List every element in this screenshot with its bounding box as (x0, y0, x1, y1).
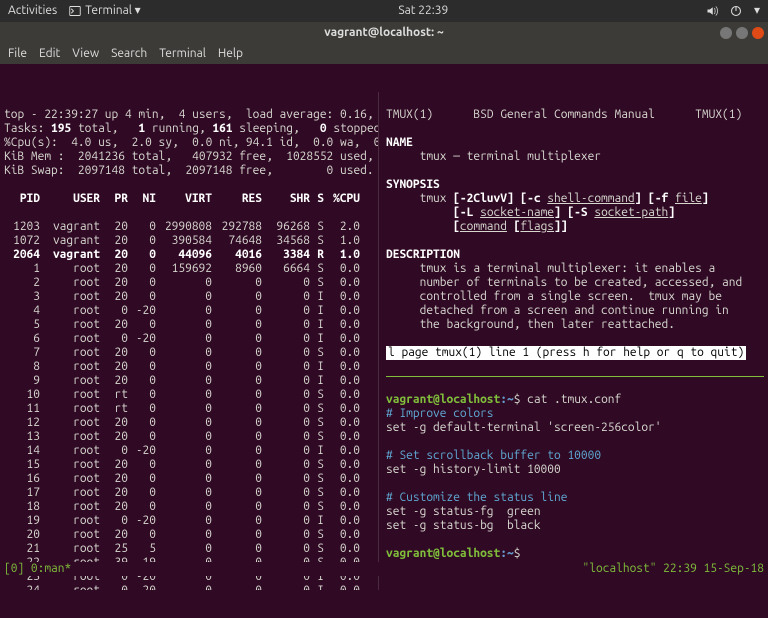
power-icon[interactable] (730, 5, 742, 17)
maximize-button[interactable] (736, 27, 748, 39)
menu-search[interactable]: Search (111, 47, 147, 61)
process-row: 11rootrt0000S0.0 (4, 402, 378, 416)
menu-file[interactable]: File (8, 47, 27, 61)
process-row: 1root20015969289606664S0.0 (4, 262, 378, 276)
app-menu[interactable]: Terminal ▾ (69, 4, 140, 18)
process-row: 24root0-20000I0.0 (4, 584, 378, 590)
activities-button[interactable]: Activities (8, 4, 57, 18)
process-row: 2root200000S0.0 (4, 276, 378, 290)
process-row: 14root0-20000I0.0 (4, 444, 378, 458)
process-row: 8root200000I0.0 (4, 360, 378, 374)
window-title: vagrant@localhost: ~ (324, 26, 443, 40)
terminal-icon (69, 5, 81, 17)
menu-view[interactable]: View (72, 47, 99, 61)
man-status-line: l page tmux(1) line 1 (press h for help … (386, 346, 746, 360)
process-row: 1203vagrant200299080829278896268S2.0 (4, 220, 378, 234)
close-button[interactable] (752, 27, 764, 39)
process-list: 1203vagrant200299080829278896268S2.01072… (4, 220, 378, 590)
tmux-pane-top[interactable]: top - 22:39:27 up 4 min, 4 users, load a… (0, 92, 378, 590)
process-row: 1072vagrant2003905847464834568S1.0 (4, 234, 378, 248)
process-row: 20root200000S0.0 (4, 528, 378, 542)
process-row: 18root200000S0.0 (4, 500, 378, 514)
process-row: 5root200000I0.0 (4, 318, 378, 332)
chevron-down-icon[interactable]: ▾ (754, 4, 760, 18)
tmux-status-line: [0] 0:man* "localhost" 22:39 15-Sep-18 (0, 562, 768, 576)
process-row: 13root200000S0.0 (4, 430, 378, 444)
terminal-body[interactable]: top - 22:39:27 up 4 min, 4 users, load a… (0, 64, 768, 576)
process-row: 12root200000S0.0 (4, 416, 378, 430)
shell-pane[interactable]: vagrant@localhost:~$ cat .tmux.conf # Im… (386, 393, 764, 561)
minimize-button[interactable] (720, 27, 732, 39)
process-row: 9root200000I0.0 (4, 374, 378, 388)
menu-help[interactable]: Help (218, 47, 243, 61)
tmux-pane-right[interactable]: TMUX(1) BSD General Commands Manual TMUX… (380, 92, 768, 590)
process-row: 17root200000S0.0 (4, 486, 378, 500)
window-titlebar[interactable]: vagrant@localhost: ~ (0, 22, 768, 44)
process-row: 10rootrt0000S0.0 (4, 388, 378, 402)
process-row: 19root0-20000I0.0 (4, 514, 378, 528)
process-row: 7root200000S0.0 (4, 346, 378, 360)
menu-terminal[interactable]: Terminal (159, 47, 206, 61)
gnome-top-bar: Activities Terminal ▾ Sat 22:39 ▾ (0, 0, 768, 22)
top-summary: top - 22:39:27 up 4 min, 4 users, load a… (4, 108, 378, 178)
terminal-menubar: File Edit View Search Terminal Help (0, 44, 768, 64)
pane-divider-horizontal[interactable] (386, 376, 764, 377)
process-row: 4root0-20000I0.0 (4, 304, 378, 318)
process-row: 15root200000S0.0 (4, 458, 378, 472)
man-page: TMUX(1) BSD General Commands Manual TMUX… (386, 108, 764, 360)
menu-edit[interactable]: Edit (39, 47, 60, 61)
process-row: 2064vagrant2004409640163384R1.0 (4, 248, 378, 262)
volume-icon[interactable] (706, 5, 718, 17)
process-row: 16root200000S0.0 (4, 472, 378, 486)
process-row: 21root255000S0.0 (4, 542, 378, 556)
tmux-status-right: "localhost" 22:39 15-Sep-18 (583, 562, 764, 576)
tmux-status-left: [0] 0:man* (4, 562, 71, 576)
process-row: 3root200000I0.0 (4, 290, 378, 304)
clock[interactable]: Sat 22:39 (141, 4, 706, 18)
process-row: 6root0-20000I0.0 (4, 332, 378, 346)
top-columns-header: PIDUSERPRNIVIRTRESSHRS%CPU (4, 192, 378, 206)
